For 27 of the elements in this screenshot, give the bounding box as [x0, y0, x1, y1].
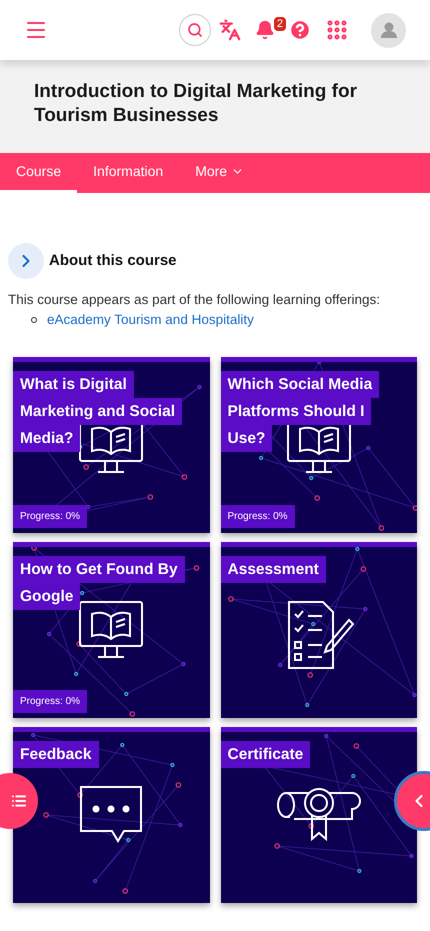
help-icon[interactable]: [288, 18, 312, 42]
bullet-icon: [31, 317, 37, 323]
activity-card[interactable]: What is Digital Marketing and Social Media? Progress: 0%: [13, 357, 210, 533]
activity-card[interactable]: Assessment: [220, 542, 417, 718]
list-icon: [11, 793, 27, 809]
notification-badge: 2: [274, 17, 286, 31]
activity-card[interactable]: Certificate: [220, 727, 417, 903]
offering-link[interactable]: eAcademy Tourism and Hospitality: [47, 310, 254, 330]
activity-card[interactable]: Feedback: [13, 727, 210, 903]
offerings-intro: This course appears as part of the following learning offerings:: [8, 291, 381, 309]
apps-grid-icon[interactable]: [325, 18, 349, 42]
section-heading: About this course: [49, 250, 177, 271]
search-icon: [187, 22, 203, 38]
bell-icon[interactable]: [255, 20, 275, 40]
avatar[interactable]: [371, 12, 406, 48]
expand-button[interactable]: [8, 243, 44, 279]
course-title: Introduction to Digital Marketing for Tourism Businesses: [34, 80, 358, 128]
user-silhouette-icon: [380, 21, 398, 39]
activity-card[interactable]: Which Social Media Platforms Should I Use? Progress: 0%: [220, 357, 417, 533]
chat-bubble-icon: [78, 785, 144, 845]
search-button[interactable]: [179, 14, 211, 46]
translate-icon[interactable]: [219, 19, 241, 41]
progress-label: Progress: 0%: [13, 505, 88, 528]
progress-label: Progress: 0%: [220, 505, 295, 528]
activity-card[interactable]: How to Get Found By Google Progress: 0%: [13, 542, 210, 718]
diploma-icon: [276, 785, 362, 841]
progress-label: Progress: 0%: [13, 690, 88, 713]
